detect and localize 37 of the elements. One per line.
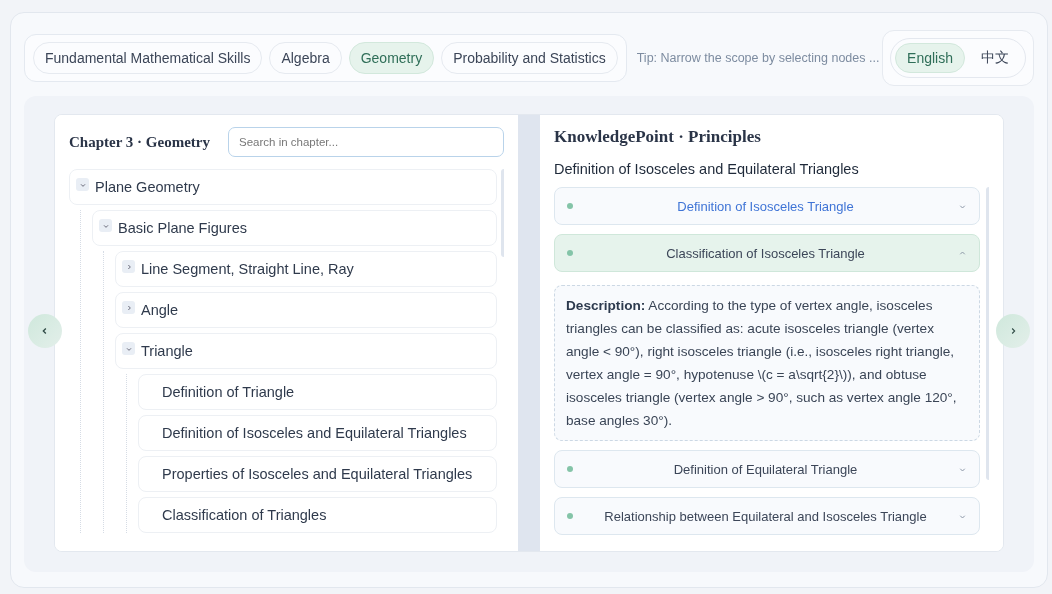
tree-item[interactable]: Basic Plane Figures — [92, 210, 497, 246]
accordion-item[interactable]: Definition of Isosceles Triangle — [554, 187, 980, 225]
tree-item[interactable]: Classification of Triangles — [138, 497, 497, 533]
panel-title: KnowledgePoint · Principles — [554, 127, 762, 147]
section-heading: Definition of Isosceles and Equilateral Triangles — [554, 161, 860, 177]
tree-item[interactable]: Properties of Isosceles and Equilateral Triangles — [138, 456, 497, 492]
tip-text: Tip: Narrow the scope by selecting nodes ... — [636, 51, 881, 65]
tree-item[interactable]: Definition of Triangle — [138, 374, 497, 410]
expand-icon[interactable] — [122, 301, 135, 314]
description-text: Description: According to the type of vertex angle, isosceles triangles can be classified as: acute isosceles triangle (vertex angle < 90°), right isosceles triangle (i.e., isosceles right triangle, vertex angle = 90°, hypotenuse \(c = a\sqrt{2}\)), and obtuse isosceles triangle (vertex angle > 90°, such as vertex angle 120°, base angles 30°). — [566, 297, 958, 430]
tree-item[interactable]: Line Segment, Straight Line, Ray — [115, 251, 497, 287]
collapse-icon[interactable] — [76, 178, 89, 191]
subject-tab[interactable]: Algebra — [269, 42, 342, 74]
accordion-item[interactable]: Classification of Isosceles Triangle — [554, 234, 980, 272]
accordion-item[interactable]: Relationship between Equilateral and Isosceles Triangle — [554, 497, 980, 535]
tree-item[interactable]: Triangle — [115, 333, 497, 369]
subject-tab[interactable]: Geometry — [348, 42, 435, 74]
subject-tab[interactable]: Probability and Statistics — [441, 42, 618, 74]
expand-icon[interactable] — [122, 260, 135, 273]
panel-title: Chapter 3 · Geometry — [69, 133, 210, 151]
collapse-icon[interactable] — [122, 342, 135, 355]
previous-button[interactable] — [28, 314, 62, 348]
tree-item[interactable]: Angle — [115, 292, 497, 328]
tree-item[interactable]: Definition of Isosceles and Equilateral Triangles — [138, 415, 497, 451]
tree-item[interactable]: Plane Geometry — [69, 169, 497, 205]
bullet-icon — [567, 203, 573, 209]
splitter[interactable] — [518, 115, 540, 551]
language-option[interactable]: English — [895, 43, 965, 73]
bullet-icon — [567, 513, 573, 519]
accordion-item[interactable]: Definition of Equilateral Triangle — [554, 450, 980, 488]
search-field[interactable]: Search in chapter... — [228, 127, 504, 157]
subject-tab[interactable]: Fundamental Mathematical Skills — [33, 42, 263, 74]
bullet-icon — [567, 250, 573, 256]
language-option[interactable]: 中文 — [969, 43, 1021, 73]
next-button[interactable] — [996, 314, 1030, 348]
collapse-icon[interactable] — [99, 219, 112, 232]
bullet-icon — [567, 466, 573, 472]
